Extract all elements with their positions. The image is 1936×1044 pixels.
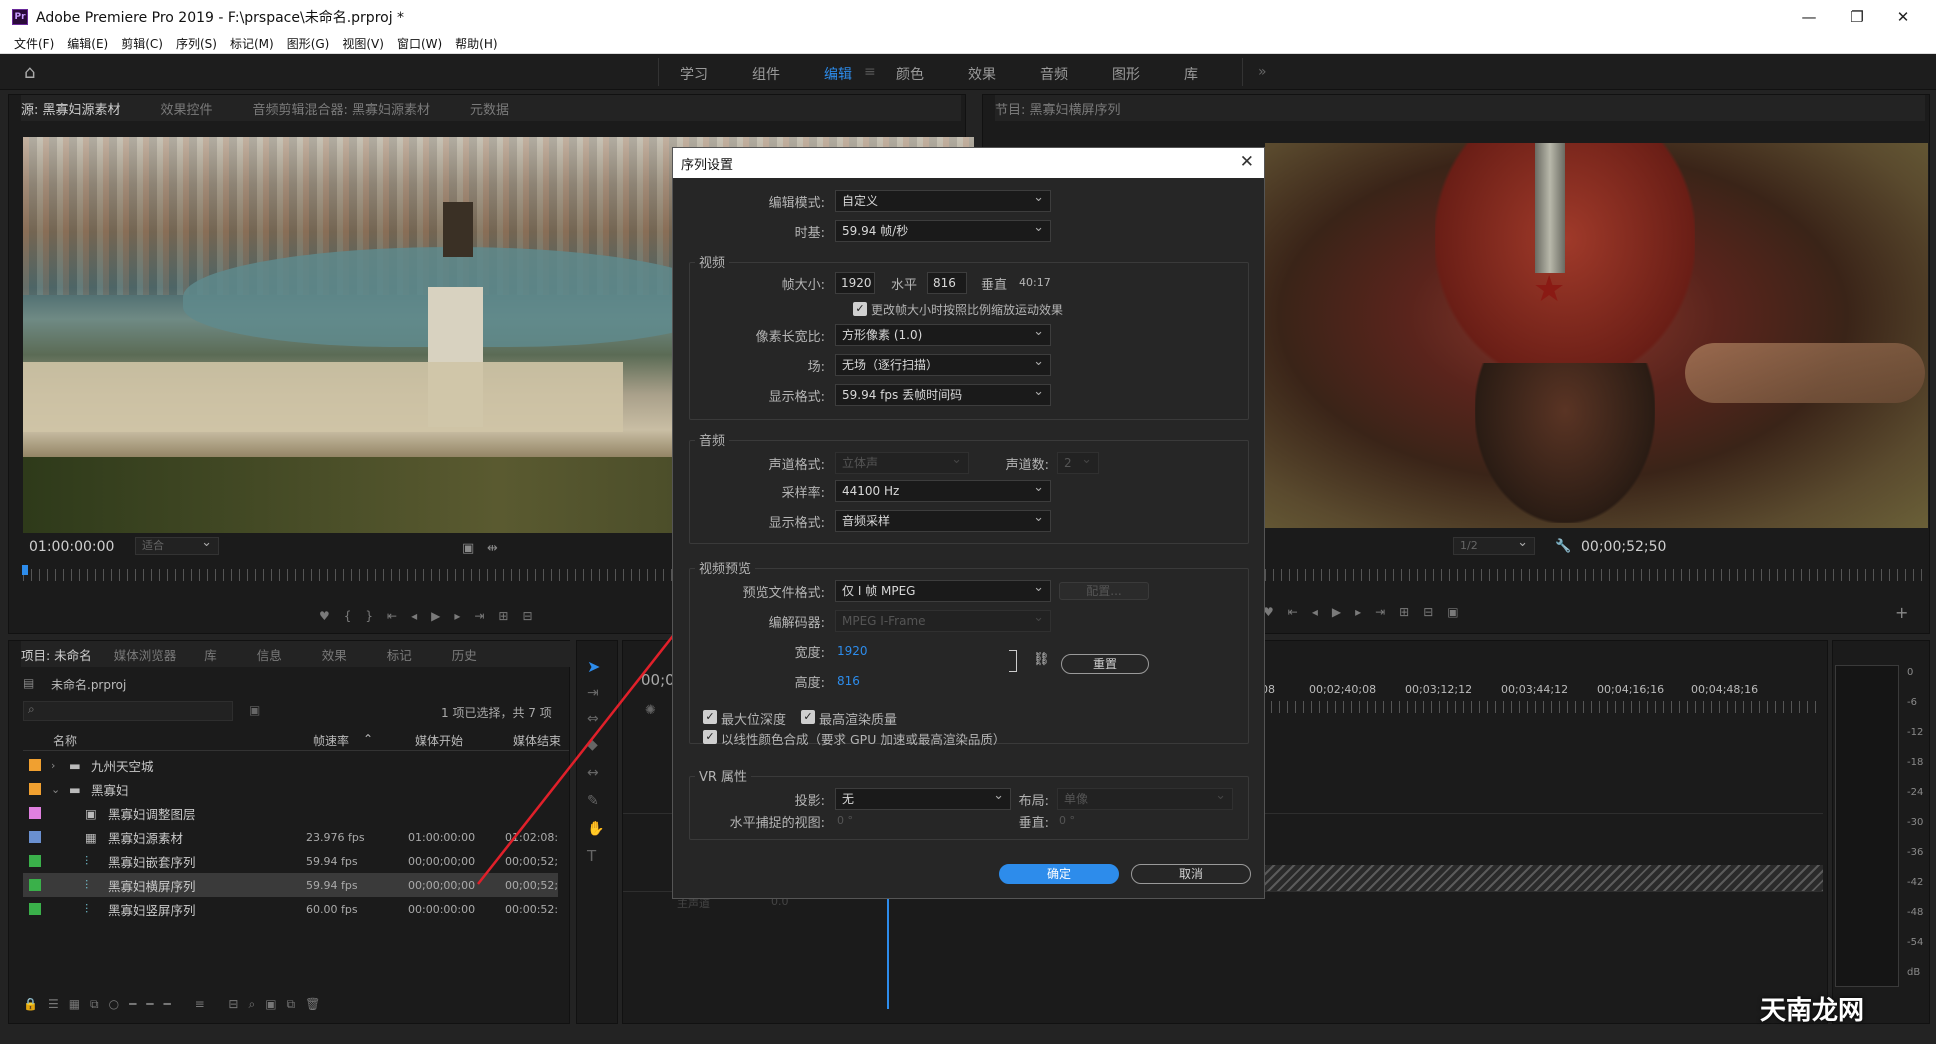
video-group-title: 视频: [695, 252, 730, 271]
audio-group-title: 音频: [695, 430, 730, 449]
ok-button[interactable]: 确定: [999, 864, 1119, 884]
max-bit-depth-label: 最大位深度: [721, 713, 787, 728]
max-render-quality-checkbox[interactable]: ✓: [801, 710, 815, 724]
scale-motion-label: 更改帧大小时按照比例缩放运动效果: [871, 303, 1064, 317]
edit-mode-label: 编辑模式:: [768, 196, 825, 211]
codec-label: 编解码器:: [768, 616, 825, 631]
horizontal-view-label: 水平捕捉的视图:: [729, 816, 825, 831]
projection-label: 投影:: [794, 794, 825, 809]
preview-width-value[interactable]: 1920: [837, 644, 868, 658]
dialog-close-icon[interactable]: ✕: [1240, 152, 1254, 172]
codec-dropdown[interactable]: MPEG I-Frame: [835, 608, 1051, 632]
vertical-view-value[interactable]: 0 °: [1059, 814, 1075, 827]
pixel-aspect-dropdown[interactable]: 方形像素 (1.0): [835, 322, 1051, 346]
channels-dropdown[interactable]: 2: [1057, 450, 1099, 474]
frame-height-input[interactable]: 816: [927, 272, 967, 294]
linear-color-label: 以线性颜色合成（要求 GPU 加速或最高渲染品质）: [721, 732, 1006, 747]
sample-rate-label: 采样率:: [781, 486, 825, 501]
timebase-dropdown[interactable]: 59.94 帧/秒: [835, 218, 1051, 242]
field-dropdown[interactable]: 无场（逐行扫描）: [835, 352, 1051, 376]
link-bracket: [1009, 650, 1017, 672]
max-bit-depth-checkbox[interactable]: ✓: [703, 710, 717, 724]
sample-rate-dropdown[interactable]: 44100 Hz: [835, 478, 1051, 502]
preview-height-label: 高度:: [794, 676, 825, 691]
layout-dropdown[interactable]: 单像: [1057, 786, 1233, 810]
timebase-label: 时基:: [794, 226, 825, 241]
video-display-format-label: 显示格式:: [768, 390, 825, 405]
reset-button[interactable]: 重置: [1061, 654, 1149, 674]
channel-format-dropdown[interactable]: 立体声: [835, 450, 969, 474]
frame-width-input[interactable]: 1920: [835, 272, 875, 294]
layout-label: 布局:: [1018, 794, 1049, 809]
vertical-label: 垂直: [980, 278, 1007, 293]
vr-group-title: VR 属性: [695, 766, 752, 785]
dialog-title: 序列设置: [681, 157, 734, 173]
sequence-settings-dialog: 序列设置 ✕ 编辑模式: 自定义 时基: 59.94 帧/秒 视频 帧大小: 1…: [672, 147, 1265, 899]
preview-format-dropdown[interactable]: 仅 I 帧 MPEG: [835, 578, 1051, 602]
audio-display-format-label: 显示格式:: [768, 516, 825, 531]
channels-label: 声道数:: [1005, 458, 1049, 473]
channel-format-label: 声道格式:: [768, 458, 825, 473]
audio-display-format-dropdown[interactable]: 音频采样: [835, 508, 1051, 532]
cancel-button[interactable]: 取消: [1131, 864, 1251, 884]
linear-color-checkbox[interactable]: ✓: [703, 730, 717, 744]
preview-width-label: 宽度:: [794, 646, 825, 661]
preview-format-label: 预览文件格式:: [742, 586, 825, 601]
video-preview-group-title: 视频预览: [695, 558, 756, 577]
vertical-view-label: 垂直:: [1018, 816, 1049, 831]
scale-motion-checkbox[interactable]: ✓: [853, 302, 867, 316]
preview-height-value[interactable]: 816: [837, 674, 860, 688]
max-render-quality-label: 最高渲染质量: [819, 713, 898, 728]
dialog-header: 序列设置 ✕: [673, 148, 1264, 178]
horizontal-view-value[interactable]: 0 °: [837, 814, 853, 827]
horizontal-label: 水平: [890, 278, 917, 293]
pixel-aspect-label: 像素长宽比:: [755, 330, 825, 345]
aspect-ratio-value: 40:17: [1019, 276, 1051, 289]
frame-size-label: 帧大小:: [781, 278, 825, 293]
configure-button[interactable]: 配置...: [1059, 582, 1149, 600]
projection-dropdown[interactable]: 无: [835, 786, 1011, 810]
video-display-format-dropdown[interactable]: 59.94 fps 丢帧时间码: [835, 382, 1051, 406]
edit-mode-dropdown[interactable]: 自定义: [835, 188, 1051, 212]
link-chain-icon[interactable]: ⛓: [1033, 652, 1050, 667]
field-label: 场:: [807, 360, 825, 375]
